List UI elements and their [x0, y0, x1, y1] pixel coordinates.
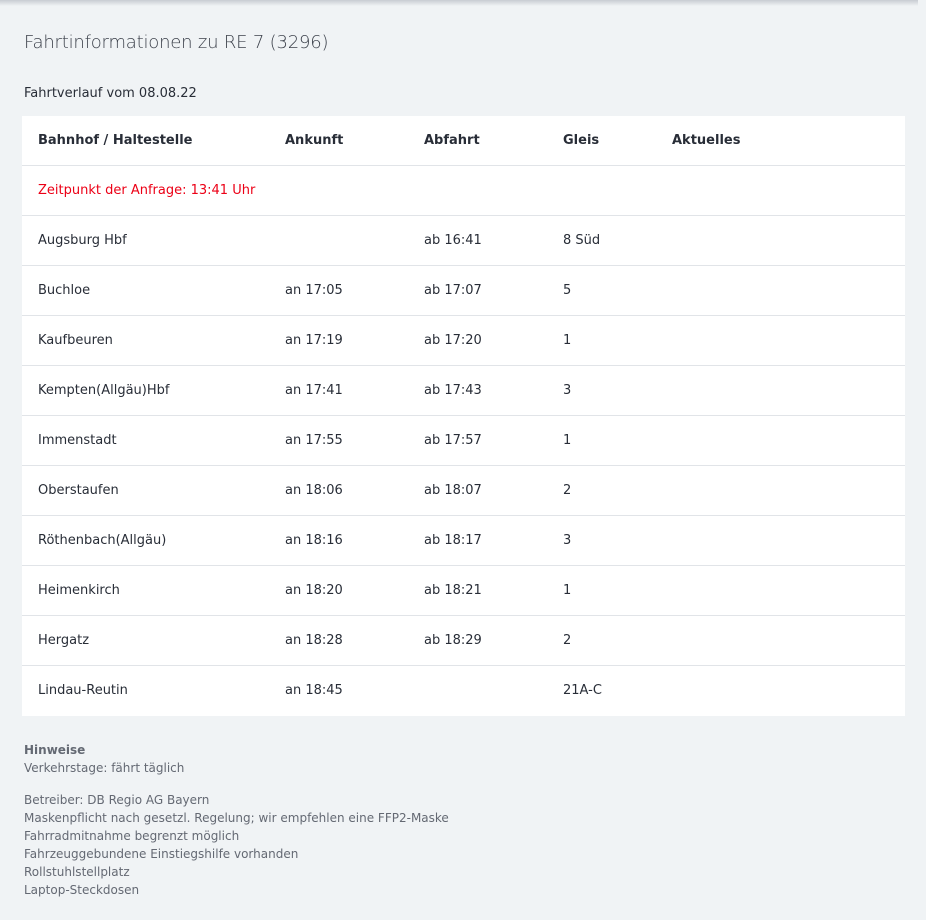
cell-arrival: an 17:19: [285, 333, 343, 348]
cell-station: Buchloe: [38, 283, 91, 298]
cell-arrival: an 18:06: [285, 483, 343, 498]
note-item: Laptop-Steckdosen: [24, 883, 140, 897]
cell-platform: 3: [563, 383, 572, 398]
cell-departure: ab 18:17: [424, 533, 482, 548]
cell-departure: ab 18:21: [424, 583, 482, 598]
cell-arrival: an 17:55: [285, 433, 343, 448]
cell-arrival: an 17:41: [285, 383, 343, 398]
table-row: Kempten(Allgäu)Hbf an 17:41 ab 17:43 3: [22, 366, 905, 416]
top-shadow: [0, 0, 918, 6]
table-row: Immenstadt an 17:55 ab 17:57 1: [22, 416, 905, 466]
cell-departure: ab 18:29: [424, 633, 482, 648]
note-item: Betreiber: DB Regio AG Bayern: [24, 793, 210, 807]
note-item: Maskenpflicht nach gesetzl. Regelung; wi…: [24, 811, 449, 825]
cell-arrival: an 18:45: [285, 683, 343, 698]
note-item: Fahrradmitnahme begrenzt möglich: [24, 829, 240, 843]
notes-section: Hinweise Verkehrstage: fährt täglich Bet…: [24, 741, 724, 899]
cell-arrival: an 17:05: [285, 283, 343, 298]
table-row: Hergatz an 18:28 ab 18:29 2: [22, 616, 905, 666]
cell-station: Augsburg Hbf: [38, 233, 127, 248]
cell-departure: ab 17:43: [424, 383, 482, 398]
journey-date: Fahrtverlauf vom 08.08.22: [24, 86, 197, 101]
header-departure: Abfahrt: [424, 133, 480, 148]
cell-platform: 1: [563, 333, 572, 348]
cell-arrival: an 18:28: [285, 633, 343, 648]
header-arrival: Ankunft: [285, 133, 344, 148]
header-current: Aktuelles: [672, 133, 741, 148]
cell-station: Oberstaufen: [38, 483, 119, 498]
page-title: Fahrtinformationen zu RE 7 (3296): [24, 32, 329, 53]
cell-station: Heimenkirch: [38, 583, 120, 598]
cell-departure: ab 17:20: [424, 333, 482, 348]
cell-station: Lindau-Reutin: [38, 683, 128, 698]
cell-station: Kempten(Allgäu)Hbf: [38, 383, 170, 398]
cell-platform: 8 Süd: [563, 233, 601, 248]
query-time-label: Zeitpunkt der Anfrage: 13:41 Uhr: [38, 183, 256, 198]
table-row: Oberstaufen an 18:06 ab 18:07 2: [22, 466, 905, 516]
cell-departure: ab 17:07: [424, 283, 482, 298]
cell-platform: 2: [563, 483, 572, 498]
cell-platform: 5: [563, 283, 572, 298]
note-item: Fahrzeuggebundene Einstiegshilfe vorhand…: [24, 847, 299, 861]
journey-table: Bahnhof / Haltestelle Ankunft Abfahrt Gl…: [22, 116, 905, 716]
cell-arrival: an 18:16: [285, 533, 343, 548]
notes-title: Hinweise: [24, 743, 86, 757]
table-row: Heimenkirch an 18:20 ab 18:21 1: [22, 566, 905, 616]
table-row: Augsburg Hbf ab 16:41 8 Süd: [22, 216, 905, 266]
cell-departure: ab 17:57: [424, 433, 482, 448]
cell-platform: 1: [563, 433, 572, 448]
table-row: Buchloe an 17:05 ab 17:07 5: [22, 266, 905, 316]
cell-platform: 21A-C: [563, 683, 602, 698]
note-item: Rollstuhlstellplatz: [24, 865, 130, 879]
cell-station: Kaufbeuren: [38, 333, 113, 348]
header-platform: Gleis: [563, 133, 600, 148]
query-time-row: Zeitpunkt der Anfrage: 13:41 Uhr: [22, 166, 905, 216]
table-row: Röthenbach(Allgäu) an 18:16 ab 18:17 3: [22, 516, 905, 566]
cell-station: Röthenbach(Allgäu): [38, 533, 167, 548]
cell-station: Immenstadt: [38, 433, 117, 448]
cell-platform: 2: [563, 633, 572, 648]
cell-arrival: an 18:20: [285, 583, 343, 598]
table-row: Lindau-Reutin an 18:45 21A-C: [22, 666, 905, 716]
traffic-days: Verkehrstage: fährt täglich: [24, 761, 185, 775]
cell-station: Hergatz: [38, 633, 90, 648]
header-station: Bahnhof / Haltestelle: [38, 133, 193, 148]
table-header-row: Bahnhof / Haltestelle Ankunft Abfahrt Gl…: [22, 116, 905, 166]
cell-departure: ab 16:41: [424, 233, 482, 248]
table-row: Kaufbeuren an 17:19 ab 17:20 1: [22, 316, 905, 366]
cell-platform: 1: [563, 583, 572, 598]
cell-departure: ab 18:07: [424, 483, 482, 498]
cell-platform: 3: [563, 533, 572, 548]
